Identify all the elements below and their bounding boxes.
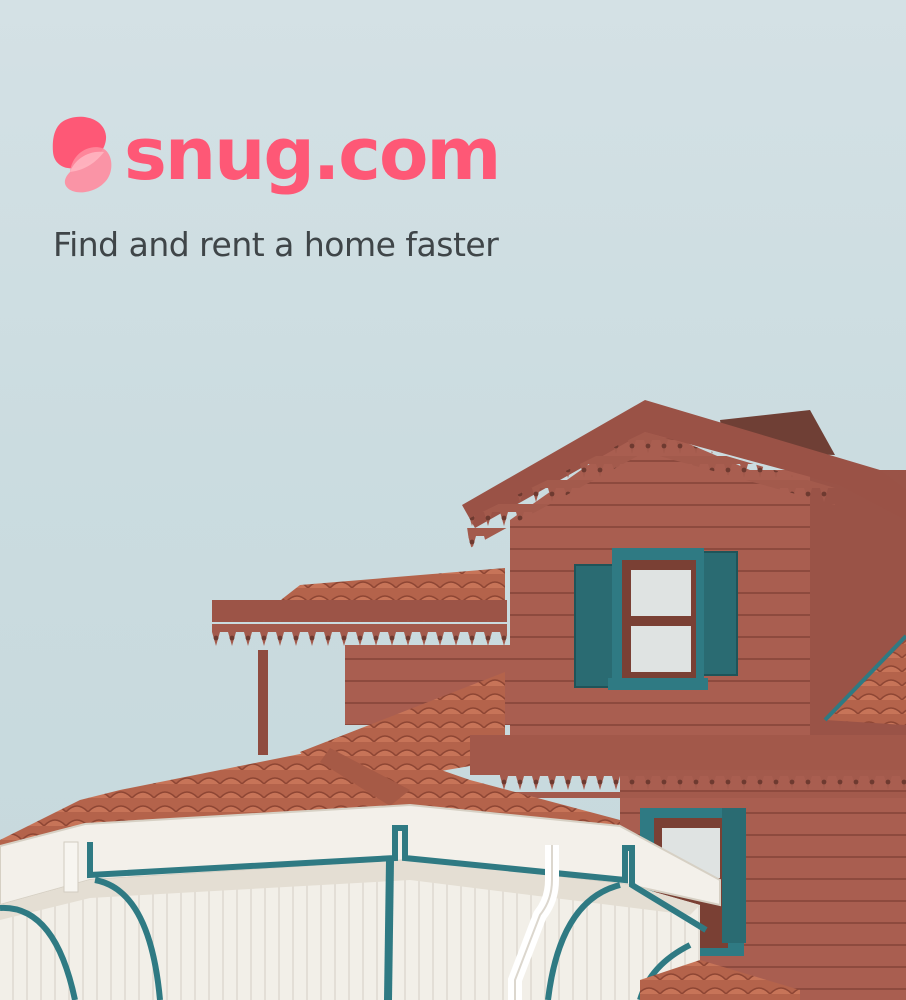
brand-name: snug.com xyxy=(124,112,501,196)
brand[interactable]: snug.com xyxy=(52,112,501,196)
tagline: Find and rent a home faster xyxy=(53,225,499,264)
snug-logo-icon xyxy=(52,116,112,193)
hero-banner: snug.com Find and rent a home faster xyxy=(0,0,906,1000)
